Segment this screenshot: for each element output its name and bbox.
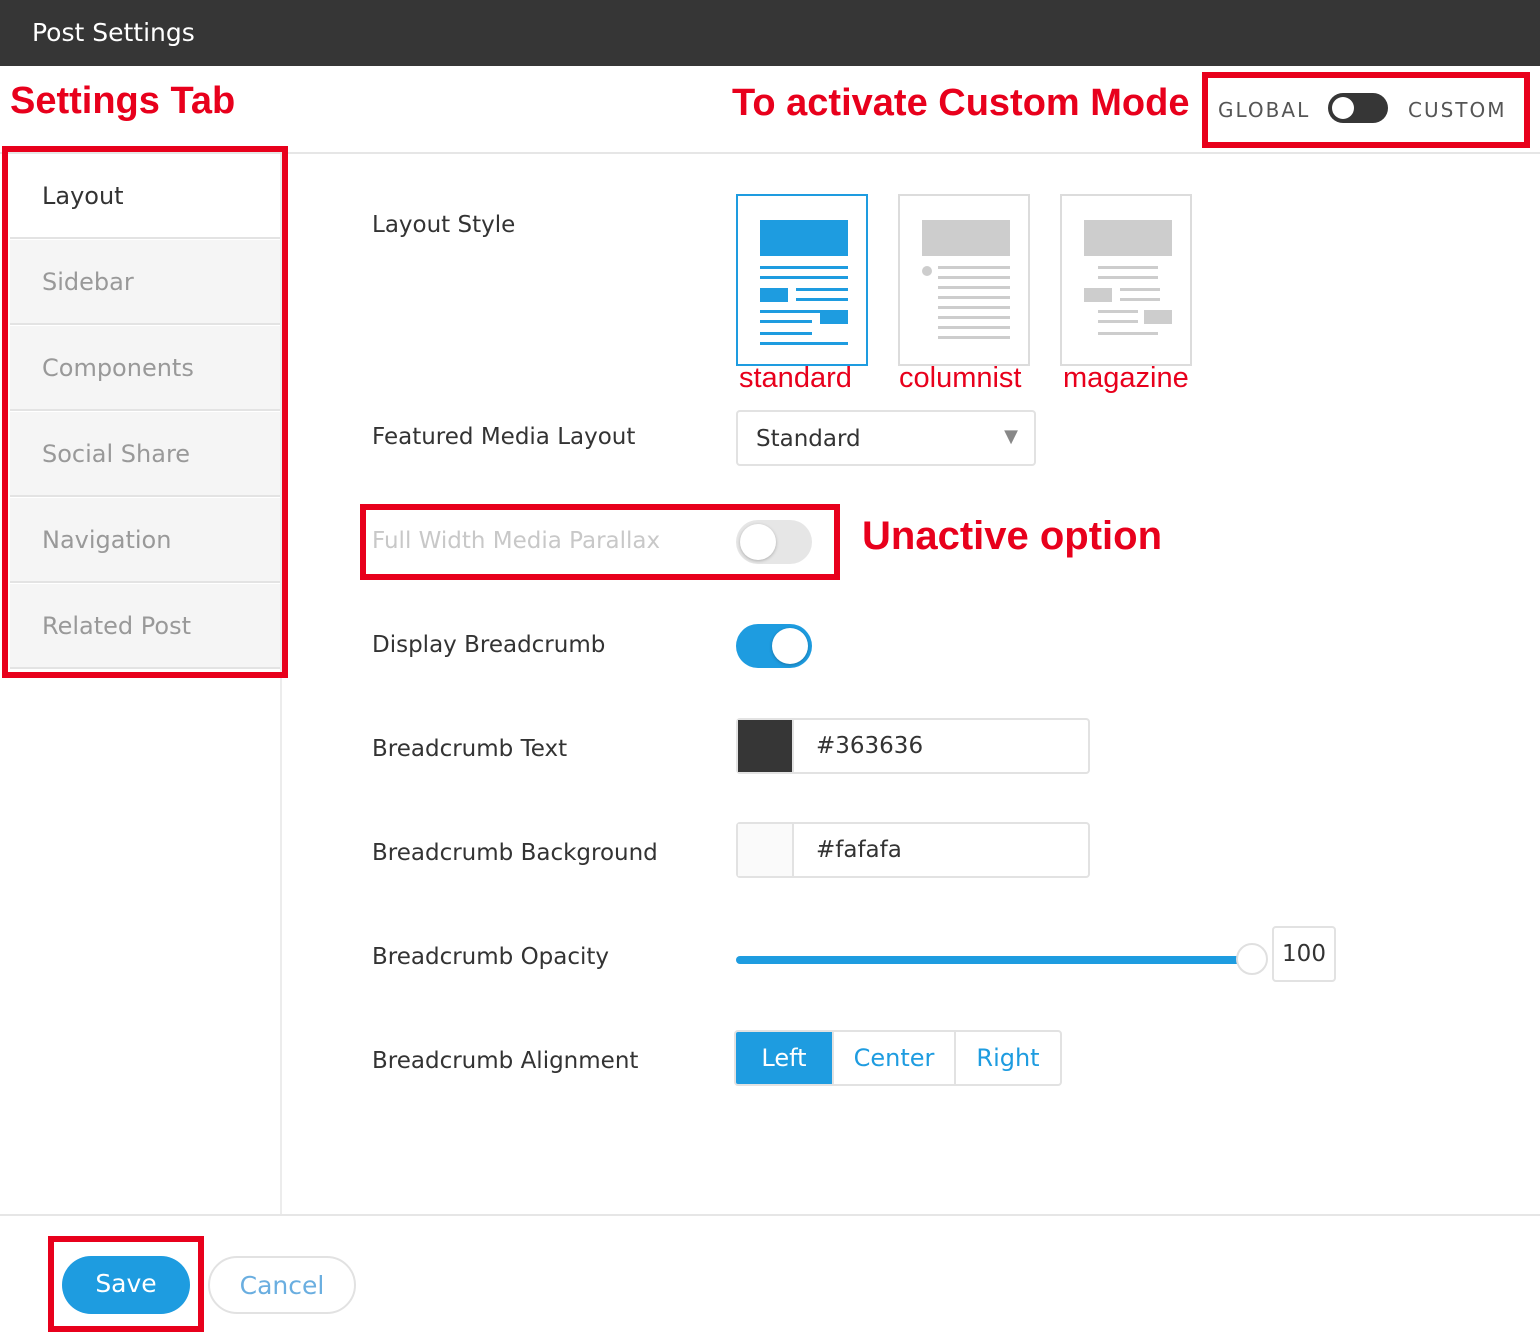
mode-label-global: GLOBAL [1218, 98, 1311, 122]
opacity-value: 100 [1282, 941, 1326, 967]
parallax-label: Full Width Media Parallax [372, 528, 661, 554]
breadcrumb-background-swatch[interactable] [738, 824, 794, 876]
layout-option-columnist[interactable] [898, 194, 1030, 366]
layout-style-label: Layout Style [372, 212, 516, 238]
annotation-box-tabs [2, 146, 288, 678]
mode-toggle[interactable] [1328, 93, 1388, 123]
alignment-center-button[interactable]: Center [832, 1032, 954, 1084]
cancel-button[interactable]: Cancel [208, 1256, 356, 1314]
breadcrumb-text-hex: #363636 [816, 733, 924, 759]
footer-divider [0, 1214, 1540, 1216]
chevron-down-icon: ▼ [1004, 426, 1018, 447]
mode-label-custom: CUSTOM [1408, 98, 1507, 122]
parallax-toggle[interactable] [736, 520, 812, 564]
opacity-slider-thumb[interactable] [1236, 943, 1268, 975]
save-button[interactable]: Save [62, 1256, 190, 1314]
toggle-knob [772, 628, 808, 664]
breadcrumb-text-swatch[interactable] [738, 720, 794, 772]
featured-media-label: Featured Media Layout [372, 424, 636, 450]
window-titlebar: Post Settings [0, 0, 1540, 66]
alignment-left-button[interactable]: Left [736, 1032, 832, 1084]
mode-switch: GLOBAL CUSTOM [1216, 90, 1516, 130]
featured-media-value: Standard [756, 426, 861, 452]
display-breadcrumb-label: Display Breadcrumb [372, 632, 606, 658]
layout-caption-magazine: magazine [1063, 362, 1189, 394]
breadcrumb-opacity-label: Breadcrumb Opacity [372, 944, 610, 970]
breadcrumb-background-color-field[interactable]: #fafafa [736, 822, 1090, 878]
layout-caption-standard: standard [739, 362, 852, 394]
opacity-value-input[interactable]: 100 [1272, 926, 1336, 982]
alignment-right-button[interactable]: Right [954, 1032, 1060, 1084]
annotation-unactive: Unactive option [862, 514, 1163, 558]
breadcrumb-alignment-label: Breadcrumb Alignment [372, 1048, 639, 1074]
breadcrumb-text-label: Breadcrumb Text [372, 736, 568, 762]
layout-caption-columnist: columnist [899, 362, 1022, 394]
layout-option-standard[interactable] [736, 194, 868, 366]
alignment-segmented-control: Left Center Right [734, 1030, 1062, 1086]
annotation-custom-mode: To activate Custom Mode [732, 82, 1190, 124]
annotation-settings-tab: Settings Tab [10, 80, 236, 122]
toggle-knob [740, 524, 776, 560]
breadcrumb-text-color-field[interactable]: #363636 [736, 718, 1090, 774]
featured-media-select[interactable]: Standard ▼ [736, 410, 1036, 466]
breadcrumb-background-label: Breadcrumb Background [372, 840, 658, 866]
layout-option-magazine[interactable] [1060, 194, 1192, 366]
display-breadcrumb-toggle[interactable] [736, 624, 812, 668]
breadcrumb-background-hex: #fafafa [816, 837, 902, 863]
window-title: Post Settings [32, 18, 195, 47]
mode-toggle-knob [1332, 97, 1354, 119]
opacity-slider-track[interactable] [736, 956, 1254, 964]
